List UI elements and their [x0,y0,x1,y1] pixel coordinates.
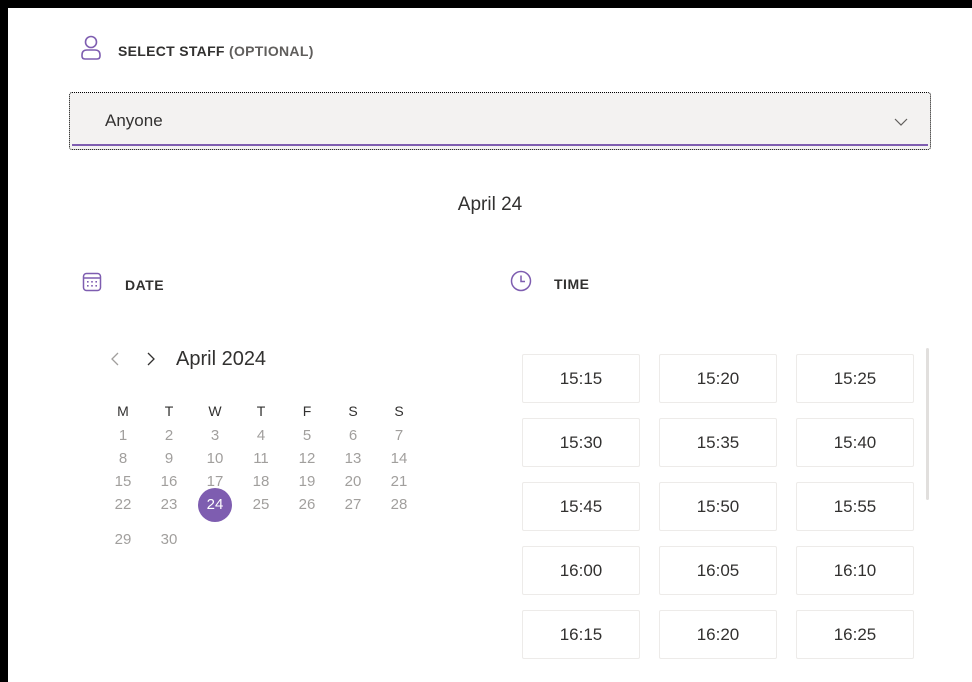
calendar-navigation: April 2024 [102,346,266,372]
calendar-day: 7 [394,427,404,444]
staff-label: SELECT STAFF [118,42,225,59]
chevron-left-icon [111,352,119,366]
selected-day-number: 24 [206,496,224,513]
calendar-day[interactable]: 26 [284,493,330,516]
calendar-day: 16 [160,473,178,490]
calendar-day: 6 [348,427,358,444]
calendar-day[interactable]: 25 [238,493,284,516]
calendar-icon [82,272,102,297]
weekday-label: S [348,403,358,419]
time-slot-button[interactable]: 16:10 [796,546,914,595]
time-slot-button[interactable]: 15:25 [796,354,914,403]
chevron-right-icon [147,352,155,366]
calendar-day: 2 [164,427,174,444]
time-slot-button[interactable]: 15:30 [522,418,640,467]
calendar-day[interactable]: 30 [146,528,192,551]
booking-panel: SELECT STAFF (OPTIONAL) Anyone April 24 … [8,8,972,682]
date-section-header: DATE [82,272,164,297]
time-section-label: TIME [554,275,590,292]
calendar-day: 3 [210,427,220,444]
staff-section-header: SELECT STAFF (OPTIONAL) [80,35,314,66]
calendar-week-row: 15 16 17 18 19 20 21 [100,470,422,493]
calendar-day: 13 [344,450,362,467]
calendar-day: 19 [298,473,316,490]
staff-optional-label: (OPTIONAL) [229,42,314,59]
time-slot-button[interactable]: 15:20 [659,354,777,403]
time-slot-button[interactable]: 16:00 [522,546,640,595]
previous-month-button[interactable] [102,346,128,372]
staff-dropdown[interactable]: Anyone [69,92,931,150]
calendar-day[interactable]: 27 [330,493,376,516]
time-slots-scrollbar[interactable] [926,348,929,500]
weekday-header-row: M T W T F S S [100,400,422,424]
calendar-day: 22 [114,496,132,513]
clock-icon [510,270,532,297]
calendar-month-label: April 2024 [176,347,267,370]
time-slot-button[interactable]: 16:25 [796,610,914,659]
time-slot-button[interactable]: 16:20 [659,610,777,659]
calendar-day: 23 [160,496,178,513]
weekday-label: T [164,403,174,419]
calendar-week-row: 29 30 [100,528,422,551]
calendar-grid: M T W T F S S 1 2 3 4 5 6 7 8 9 10 11 12… [100,400,422,551]
time-slot-grid: 15:15 15:20 15:25 15:30 15:35 15:40 15:4… [522,354,914,659]
time-slot-button[interactable]: 15:15 [522,354,640,403]
date-section-label: DATE [125,276,165,293]
time-slot-button[interactable]: 15:50 [659,482,777,531]
time-slot-button[interactable]: 16:15 [522,610,640,659]
calendar-week-row: 8 9 10 11 12 13 14 [100,447,422,470]
weekday-label: T [256,403,266,419]
calendar-day: 9 [164,450,174,467]
calendar-day: 10 [206,450,224,467]
calendar-day-selected[interactable]: 24 [192,493,238,516]
calendar-day: 18 [252,473,270,490]
weekday-label: F [302,403,312,419]
calendar-day[interactable]: 28 [376,493,422,516]
time-slot-button[interactable]: 15:55 [796,482,914,531]
time-slot-button[interactable]: 15:45 [522,482,640,531]
person-icon [80,35,102,66]
calendar-day: 1 [118,427,128,444]
time-slot-button[interactable]: 15:35 [659,418,777,467]
calendar-day: 11 [253,450,269,467]
calendar-day: 12 [298,450,316,467]
next-month-button[interactable] [138,346,164,372]
staff-dropdown-value: Anyone [105,111,163,130]
calendar-day: 14 [390,450,408,467]
weekday-label: W [208,403,222,419]
calendar-day: 20 [344,473,362,490]
calendar-week-row: 22 23 24 25 26 27 28 [100,493,422,516]
calendar-day: 5 [302,427,312,444]
calendar-day[interactable]: 29 [100,528,146,551]
weekday-label: M [117,403,129,419]
calendar-day: 8 [118,450,128,467]
time-slot-button[interactable]: 16:05 [659,546,777,595]
calendar-day: 21 [390,473,408,490]
time-slot-button[interactable]: 15:40 [796,418,914,467]
calendar-day: 4 [256,427,266,444]
calendar-day: 15 [114,473,132,490]
time-section-header: TIME [510,270,589,297]
chevron-down-icon [894,118,908,126]
weekday-label: S [394,403,404,419]
calendar-week-row: 1 2 3 4 5 6 7 [100,424,422,447]
staff-section-title: SELECT STAFF (OPTIONAL) [118,43,314,59]
selected-date-heading: April 24 [457,194,523,215]
